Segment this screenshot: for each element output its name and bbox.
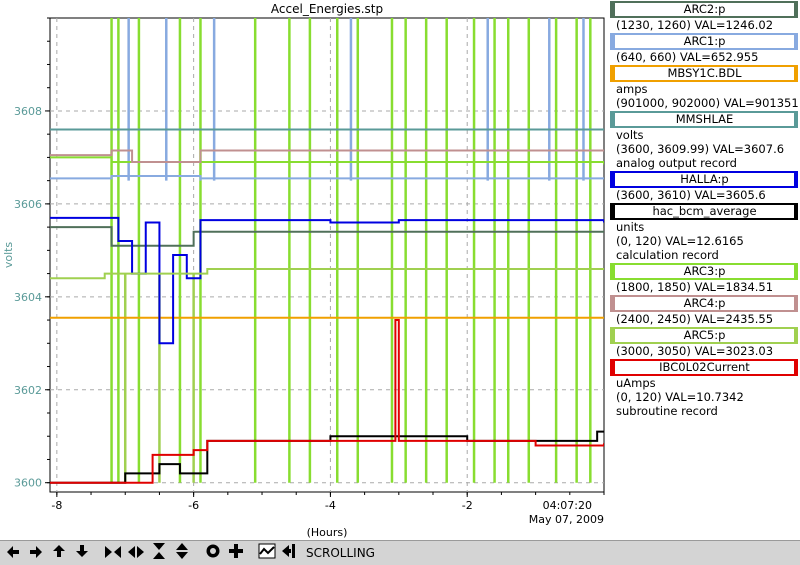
legend-entry-detail: (0, 120) VAL=12.6165 [616,234,744,248]
y-tick-label: 3608 [14,105,42,118]
legend-entry-detail: uAmps [616,376,656,390]
export-button[interactable] [280,543,300,563]
legend-entry-title: IBC0L02Current [610,359,798,376]
legend-entry-title: MBSY1C.BDL [610,65,798,82]
legend-entry-title: ARC5:p [610,327,798,344]
legend-entry-detail: (901000, 902000) VAL=901351 [616,96,799,110]
status-label: SCROLLING [306,546,375,560]
y-tick-label: 3604 [14,291,42,304]
compress-horizontal-icon [104,544,122,563]
up-arrow-icon [52,543,66,563]
y-axis-label: volts [2,242,15,269]
legend-entry-title: hac_bcm_average [610,203,798,220]
add-button[interactable] [226,543,246,563]
legend-entry-title: ARC3:p [610,263,798,280]
export-icon [281,543,299,563]
compress-vertical-icon [152,542,166,564]
stats-button[interactable] [257,543,277,563]
y-tick-label: 3606 [14,198,42,211]
right-arrow-icon [28,544,44,563]
zoom-in-y-button[interactable] [149,543,169,563]
legend-entry-detail: (640, 660) VAL=652.955 [616,50,759,64]
legend-entry-detail: (1800, 1850) VAL=1834.51 [616,280,774,294]
legend-entry-title: HALLA:p [610,171,798,188]
x-tick-label: -8 [51,499,62,512]
legend-entry-title: MMSHLAE [610,111,798,128]
legend-entry-detail: units [616,220,645,234]
legend: ARC2:p (1230, 1260) VAL=1246.02 ARC1:p (640… [608,0,800,540]
legend-entry-title: ARC1:p [610,33,798,50]
zoom-in-x-button[interactable] [103,543,123,563]
strip-chart: Accel_Energies.stp 3600 3602 3604 3606 3608 -8… [2,2,605,539]
legend-entry-detail: (3600, 3609.99) VAL=3607.6 [616,142,785,156]
legend-entry-detail: analog output record [616,156,737,170]
down-arrow-icon [75,543,89,563]
scroll-down-button[interactable] [72,543,92,563]
add-icon [228,543,244,563]
zoom-out-x-button[interactable] [126,543,146,563]
end-date-label: May 07, 2009 [529,513,604,526]
legend-entry-detail: subroutine record [616,404,718,418]
expand-horizontal-icon [127,544,145,563]
chart-title: Accel_Energies.stp [271,2,383,16]
legend-entry-title: ARC2:p [610,1,798,18]
legend-entry-detail: amps [616,82,648,96]
stats-icon [258,543,276,563]
scroll-left-button[interactable] [3,543,23,563]
legend-entry-detail: (3000, 3050) VAL=3023.03 [616,344,774,358]
toolbar: SCROLLING [0,540,800,565]
expand-vertical-icon [175,542,189,564]
legend-entry-detail: calculation record [616,248,719,262]
legend-entry-title: ARC4:p [610,295,798,312]
legend-entry-detail: (2400, 2450) VAL=2435.55 [616,312,774,326]
legend-entry-detail: volts [616,128,644,142]
zoom-out-y-button[interactable] [172,543,192,563]
record-icon [205,543,221,563]
end-time-label: 04:07:20 [543,499,592,512]
legend-entry-detail: (3600, 3610) VAL=3605.6 [616,188,766,202]
x-axis-label: (Hours) [307,526,348,539]
x-tick-label: -2 [462,499,473,512]
left-arrow-icon [5,544,21,563]
legend-entry-detail: (1230, 1260) VAL=1246.02 [616,18,774,32]
record-button[interactable] [203,543,223,563]
x-tick-label: -6 [188,499,199,512]
plot-frame [49,17,605,493]
scroll-right-button[interactable] [26,543,46,563]
scroll-up-button[interactable] [49,543,69,563]
y-tick-label: 3602 [14,384,42,397]
legend-entry-detail: (0, 120) VAL=10.7342 [616,390,744,404]
y-tick-label: 3600 [14,477,42,490]
x-tick-label: -4 [325,499,336,512]
